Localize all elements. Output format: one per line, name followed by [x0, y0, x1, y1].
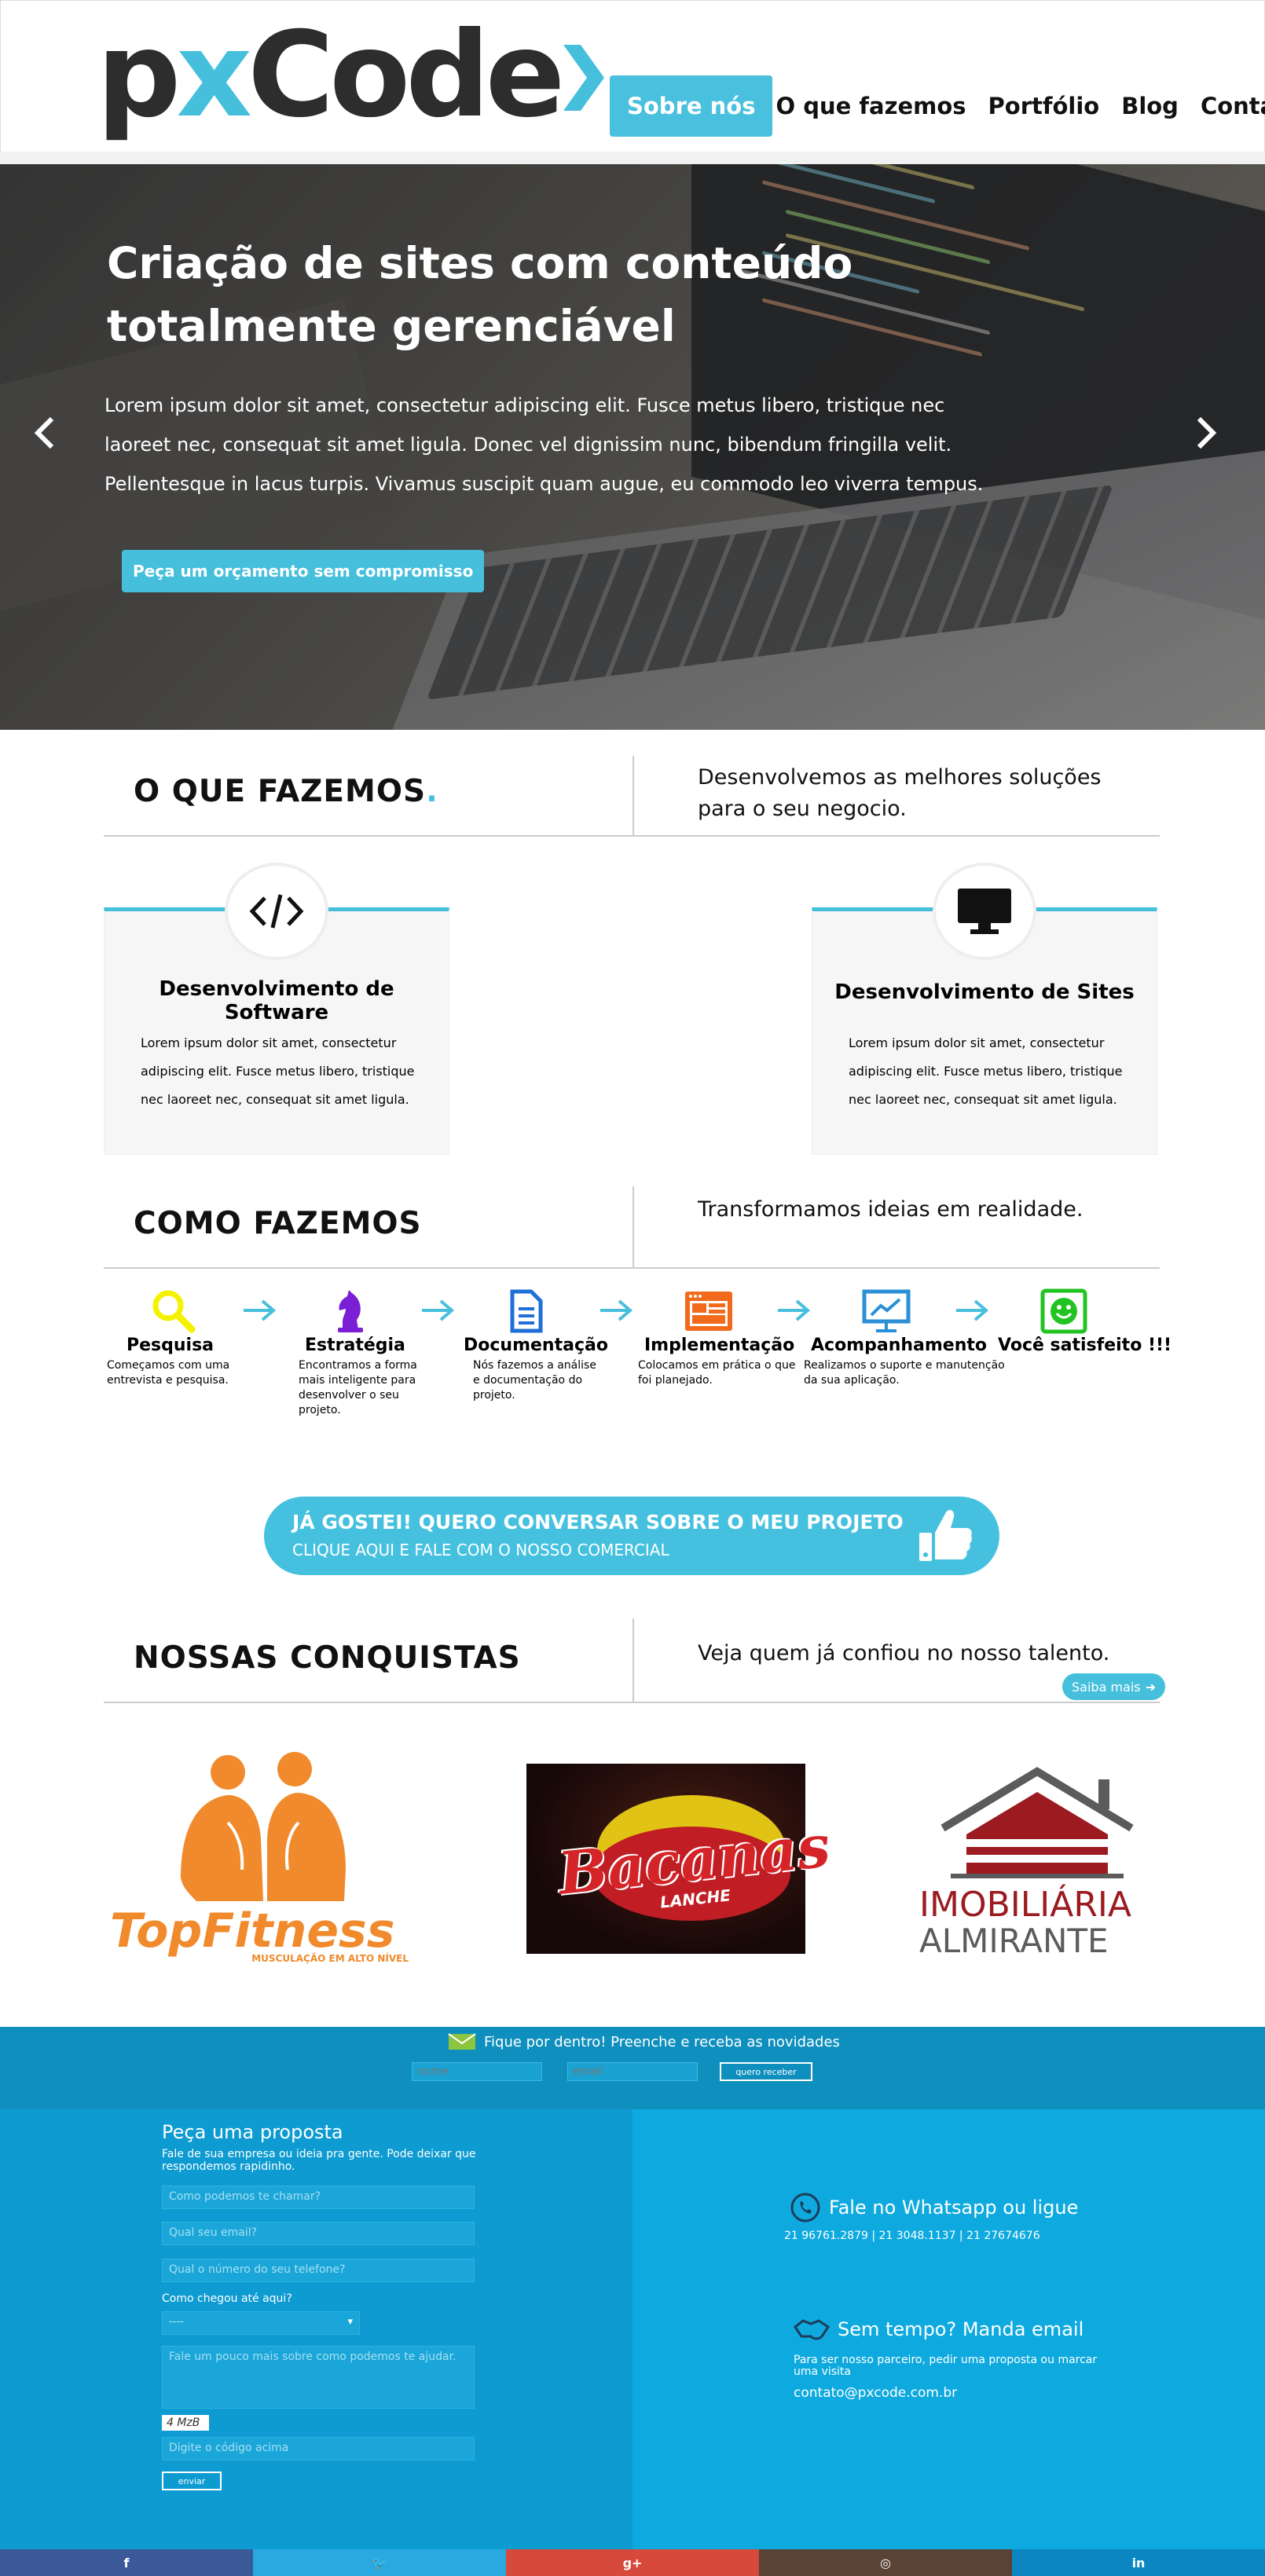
arrow-right-icon: [956, 1299, 989, 1321]
how-found-select[interactable]: ----: [162, 2311, 360, 2335]
nav-sobre-nos[interactable]: Sobre nós: [610, 75, 773, 137]
whatsapp-icon: [790, 2193, 820, 2222]
contact-phones: 21 96761.2879 | 21 3048.1137 | 21 276746…: [784, 2230, 1040, 2242]
nav-o-que-fazemos[interactable]: O que fazemos: [776, 93, 966, 119]
nav-portfolio[interactable]: Portfólio: [988, 93, 1100, 119]
document-icon: [510, 1289, 543, 1333]
proposal-message-field[interactable]: Fale um pouco mais sobre como podemos te…: [162, 2346, 475, 2409]
arrow-right-icon: [600, 1299, 633, 1321]
arrow-right-icon: [244, 1299, 277, 1321]
google-plus-icon[interactable]: g+: [506, 2549, 759, 2576]
instagram-icon[interactable]: ◎: [759, 2549, 1012, 2576]
newsletter-submit-button[interactable]: quero receber: [720, 2062, 812, 2081]
process-step-pesquisa: Pesquisa Começamos com uma entrevista e …: [107, 1288, 233, 1388]
header-divider: [0, 152, 1265, 164]
magnifier-icon: [152, 1290, 196, 1333]
envelope-icon: [448, 2033, 476, 2050]
pxcode-logo[interactable]: p x Code: [97, 7, 605, 144]
what-we-do-title: O QUE FAZEMOS.: [134, 774, 438, 809]
twitter-icon[interactable]: 🐦: [253, 2549, 506, 2576]
analytics-monitor-icon: [862, 1289, 911, 1332]
house-roof-icon: [940, 1767, 1134, 1878]
email-description: Para ser nosso parceiro, pedir uma propo…: [794, 2354, 1098, 2378]
captcha-image: 4 MzB: [162, 2415, 209, 2431]
client-logo-topfitness: TopFitness MUSCULAÇÃO EM ALTO NÍVEL: [110, 1752, 424, 1972]
achievements-title: NOSSAS CONQUISTAS: [134, 1640, 521, 1676]
process-step-estrategia: Estratégia Encontramos a forma mais inte…: [299, 1288, 424, 1418]
service-text: Lorem ipsum dolor sit amet, consectetur …: [141, 1035, 415, 1107]
how-we-do-subtitle: Transformamos ideias em realidade.: [698, 1197, 1084, 1222]
proposal-phone-field[interactable]: Qual o número do seu telefone?: [162, 2259, 475, 2282]
service-title: Desenvolvimento de Sites: [834, 980, 1135, 1004]
smiley-icon: [1040, 1288, 1087, 1334]
contact-email-link[interactable]: contato@pxcode.com.br: [794, 2385, 957, 2401]
whatsapp-heading: Fale no Whatsapp ou ligue: [790, 2192, 1078, 2223]
proposal-name-field[interactable]: Como podemos te chamar?: [162, 2186, 475, 2209]
arrow-circle-icon: ➜: [1145, 1679, 1157, 1695]
browser-layout-icon: [685, 1292, 732, 1331]
service-card-software: Desenvolvimento de Software Lorem ipsum …: [104, 863, 449, 1155]
proposal-submit-button[interactable]: enviar: [162, 2472, 222, 2490]
logo-chevron-icon: [563, 45, 605, 111]
how-we-do-title: COMO FAZEMOS: [134, 1206, 422, 1241]
service-title: Desenvolvimento de Software: [159, 977, 394, 1024]
newsletter-name-input[interactable]: [412, 2062, 542, 2081]
logo-text-code: Code: [248, 7, 565, 144]
hero-title: Criação de sites com conteúdo totalmente…: [107, 238, 853, 351]
social-bar: f 🐦 g+ ◎ in: [0, 2549, 1265, 2576]
hero-carousel: Criação de sites com conteúdo totalmente…: [0, 164, 1265, 730]
facebook-icon[interactable]: f: [0, 2549, 253, 2576]
see-more-button[interactable]: Saiba mais ➜: [1062, 1673, 1166, 1700]
service-text: Lorem ipsum dolor sit amet, consectetur …: [849, 1035, 1123, 1107]
thumbs-up-icon: [919, 1510, 972, 1561]
proposal-intro: Fale de sua empresa ou ideia pra gente. …: [162, 2148, 476, 2173]
newsletter-bar: Fique por dentro! Preenche e receba as n…: [0, 2027, 1265, 2109]
hero-text: Lorem ipsum dolor sit amet, consectetur …: [104, 394, 984, 495]
code-icon: [225, 863, 328, 960]
nav-blog[interactable]: Blog: [1121, 93, 1179, 119]
newsletter-title: Fique por dentro! Preenche e receba as n…: [448, 2033, 840, 2050]
site-header: p x Code Sobre nós O que fazemos Portfólio…: [0, 0, 1265, 153]
proposal-form-title: Peça uma proposta: [162, 2121, 343, 2143]
service-card-sites: Desenvolvimento de Sites Lorem ipsum dol…: [812, 863, 1157, 1155]
talk-to-sales-banner[interactable]: JÁ GOSTEI! QUERO CONVERSAR SOBRE O MEU P…: [264, 1497, 999, 1575]
fitness-figures-logo: [181, 1752, 346, 1901]
chess-knight-icon: [338, 1290, 363, 1332]
handshake-icon: [794, 2319, 830, 2340]
captcha-input[interactable]: Digite o código acima: [162, 2437, 475, 2461]
process-step-satisfeito: Você satisfeito !!!: [998, 1288, 1172, 1355]
how-found-label: Como chegou até aqui?: [162, 2292, 292, 2305]
proposal-email-field[interactable]: Qual seu email?: [162, 2222, 475, 2245]
achievements-subtitle: Veja quem já confiou no nosso talento.: [698, 1641, 1110, 1665]
monitor-icon: [933, 863, 1036, 960]
email-heading: Sem tempo? Manda email: [794, 2316, 1084, 2343]
client-logo-bacanas: Bacanas LANCHE: [526, 1764, 833, 1954]
main-nav: Sobre nós O que fazemos Portfólio Blog C…: [610, 75, 1265, 137]
arrow-right-icon: [422, 1299, 455, 1321]
chevron-left-icon[interactable]: [33, 416, 55, 460]
nav-contato[interactable]: Contato: [1201, 93, 1265, 119]
quote-button[interactable]: Peça um orçamento sem compromisso: [122, 550, 485, 592]
chevron-right-icon[interactable]: [1196, 416, 1218, 460]
client-logo-imobiliaria: IMOBILIÁRIA ALMIRANTE: [919, 1764, 1155, 1960]
process-step-documentacao: Documentação Nós fazemos a análise e doc…: [464, 1288, 608, 1403]
what-we-do-subtitle: Desenvolvemos as melhores soluções para …: [698, 765, 1102, 821]
logo-text-x: x: [176, 7, 252, 144]
newsletter-email-input[interactable]: [567, 2062, 698, 2081]
logo-text-p: p: [97, 7, 181, 144]
linkedin-icon[interactable]: in: [1012, 2549, 1265, 2576]
